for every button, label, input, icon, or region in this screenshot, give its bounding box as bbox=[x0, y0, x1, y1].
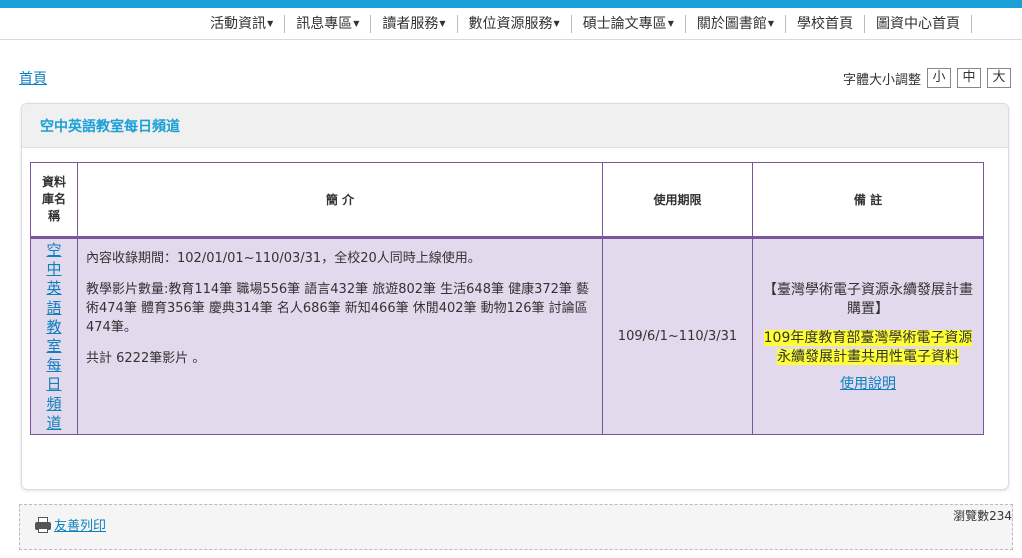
main-nav: 活動資訊▼ 訊息專區▼ 讀者服務▼ 數位資源服務▼ 碩士論文專區▼ 關於圖書館▼… bbox=[0, 8, 1022, 40]
top-accent-bar bbox=[0, 0, 1022, 8]
content-panel: 空中英語教室每日頻道 資料庫名稱 簡 介 使用期限 備 註 空中英語教室每日頻道… bbox=[21, 103, 1009, 490]
view-count: 瀏覽數234 bbox=[953, 509, 1012, 523]
caret-down-icon: ▼ bbox=[667, 18, 674, 28]
header-period: 使用期限 bbox=[602, 162, 753, 238]
nav-label: 關於圖書館 bbox=[696, 15, 767, 32]
intro-coverage: 內容收錄期間：102/01/01~110/03/31，全校20人同時上線使用。 bbox=[86, 251, 481, 266]
caret-down-icon: ▼ bbox=[439, 18, 446, 28]
font-small-button[interactable]: 小 bbox=[927, 68, 951, 88]
nav-reader-services[interactable]: 讀者服務▼ bbox=[371, 14, 458, 33]
period-cell: 109/6/1~110/3/31 bbox=[602, 236, 753, 436]
header-intro: 簡 介 bbox=[77, 162, 603, 238]
page-footer: 友善列印 瀏覽數234 bbox=[19, 504, 1013, 550]
intro-total: 共計 6222筆影片 。 bbox=[86, 351, 206, 366]
nav-label: 讀者服務 bbox=[382, 15, 439, 32]
table-row: 空中英語教室每日頻道 內容收錄期間：102/01/01~110/03/31，全校… bbox=[30, 236, 984, 436]
nav-library-center-home[interactable]: 圖資中心首頁 bbox=[865, 14, 972, 33]
header-db-name-text: 資料庫名稱 bbox=[41, 175, 66, 223]
friendly-print-link[interactable]: 友善列印 bbox=[34, 515, 106, 534]
nav-school-home[interactable]: 學校首頁 bbox=[786, 14, 865, 33]
font-size-control: 字體大小調整 小 中 大 bbox=[843, 68, 1011, 88]
nav-thesis[interactable]: 碩士論文專區▼ bbox=[572, 14, 686, 33]
database-table: 資料庫名稱 簡 介 使用期限 備 註 空中英語教室每日頻道 內容收錄期間：102… bbox=[30, 162, 984, 436]
header-db-name: 資料庫名稱 bbox=[30, 162, 78, 238]
caret-down-icon: ▼ bbox=[353, 18, 360, 28]
caret-down-icon: ▼ bbox=[553, 18, 560, 28]
note-highlight: 109年度教育部臺灣學術電子資源永續發展計畫共用性電子資料 bbox=[763, 329, 973, 365]
intro-cell: 內容收錄期間：102/01/01~110/03/31，全校20人同時上線使用。 … bbox=[77, 236, 603, 436]
nav-label: 學校首頁 bbox=[797, 15, 853, 32]
font-large-button[interactable]: 大 bbox=[987, 68, 1011, 88]
breadcrumb-home-link[interactable]: 首頁 bbox=[19, 68, 47, 88]
intro-video-counts: 教學影片數量:教育114筆 職場556筆 語言432筆 旅遊802筆 生活648… bbox=[86, 282, 590, 335]
nav-news[interactable]: 訊息專區▼ bbox=[285, 14, 372, 33]
nav-activities[interactable]: 活動資訊▼ bbox=[199, 14, 286, 33]
caret-down-icon: ▼ bbox=[767, 18, 774, 28]
db-name-link[interactable]: 空中英語教室每日頻道 bbox=[46, 241, 62, 433]
db-name-cell: 空中英語教室每日頻道 bbox=[30, 236, 78, 436]
font-size-label: 字體大小調整 bbox=[842, 72, 921, 88]
font-medium-button[interactable]: 中 bbox=[957, 68, 981, 88]
nav-label: 活動資訊 bbox=[210, 15, 267, 32]
nav-label: 數位資源服務 bbox=[468, 15, 553, 32]
nav-label: 碩士論文專區 bbox=[582, 15, 667, 32]
nav-label: 訊息專區 bbox=[296, 15, 353, 32]
printer-icon bbox=[34, 516, 52, 533]
nav-digital-resources[interactable]: 數位資源服務▼ bbox=[458, 14, 572, 33]
panel-title: 空中英語教室每日頻道 bbox=[22, 104, 1008, 148]
note-cell: 【臺灣學術電子資源永續發展計畫購置】 109年度教育部臺灣學術電子資源永續發展計… bbox=[752, 236, 984, 436]
table-header-row: 資料庫名稱 簡 介 使用期限 備 註 bbox=[30, 162, 984, 238]
header-note: 備 註 bbox=[752, 162, 984, 238]
nav-label: 圖資中心首頁 bbox=[876, 15, 960, 32]
caret-down-icon: ▼ bbox=[267, 18, 274, 28]
usage-guide-link[interactable]: 使用說明 bbox=[840, 373, 896, 393]
note-title: 【臺灣學術電子資源永續發展計畫購置】 bbox=[763, 281, 973, 317]
nav-about-library[interactable]: 關於圖書館▼ bbox=[686, 14, 786, 33]
friendly-print-label: 友善列印 bbox=[54, 519, 107, 534]
